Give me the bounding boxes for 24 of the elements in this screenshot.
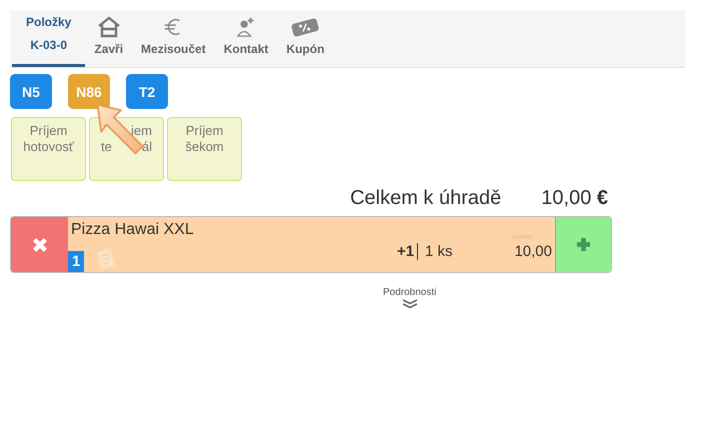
add-button[interactable] xyxy=(555,217,611,272)
tab[interactable]: Mezisoučet xyxy=(132,10,215,67)
tab[interactable]: Kupón xyxy=(277,10,334,67)
plus-icon xyxy=(576,237,591,252)
total-label: Celkem k úhradě xyxy=(350,187,502,210)
seat-badge: 1 xyxy=(68,251,84,272)
close-icon xyxy=(30,236,48,254)
item-price: 10,00 xyxy=(514,243,552,260)
item-name: Pizza Hawai XXL xyxy=(71,221,194,239)
details-toggle[interactable]: Podrobnosti xyxy=(383,287,436,309)
order-item[interactable]: Pizza Hawai XXL 1 +1 1 ks 10,00 xyxy=(10,216,612,273)
tab[interactable]: Položky K-03-0 xyxy=(12,10,86,67)
tab[interactable]: Kontakt xyxy=(214,10,278,67)
quantity-change: +1 xyxy=(397,243,418,260)
quantity: 1 ks xyxy=(425,243,453,260)
tab[interactable]: Zavři xyxy=(85,10,132,67)
remove-button[interactable] xyxy=(11,217,68,272)
payment-button[interactable]: Príjem hotovosť xyxy=(11,117,86,181)
table-button[interactable]: T2 xyxy=(126,74,168,109)
payment-button[interactable]: Príjem šekom xyxy=(167,117,242,181)
table-button[interactable]: N5 xyxy=(10,74,52,109)
total-amount: 10,00 € xyxy=(541,187,608,210)
home-icon xyxy=(96,16,121,38)
chevron-down-icon xyxy=(402,299,418,309)
